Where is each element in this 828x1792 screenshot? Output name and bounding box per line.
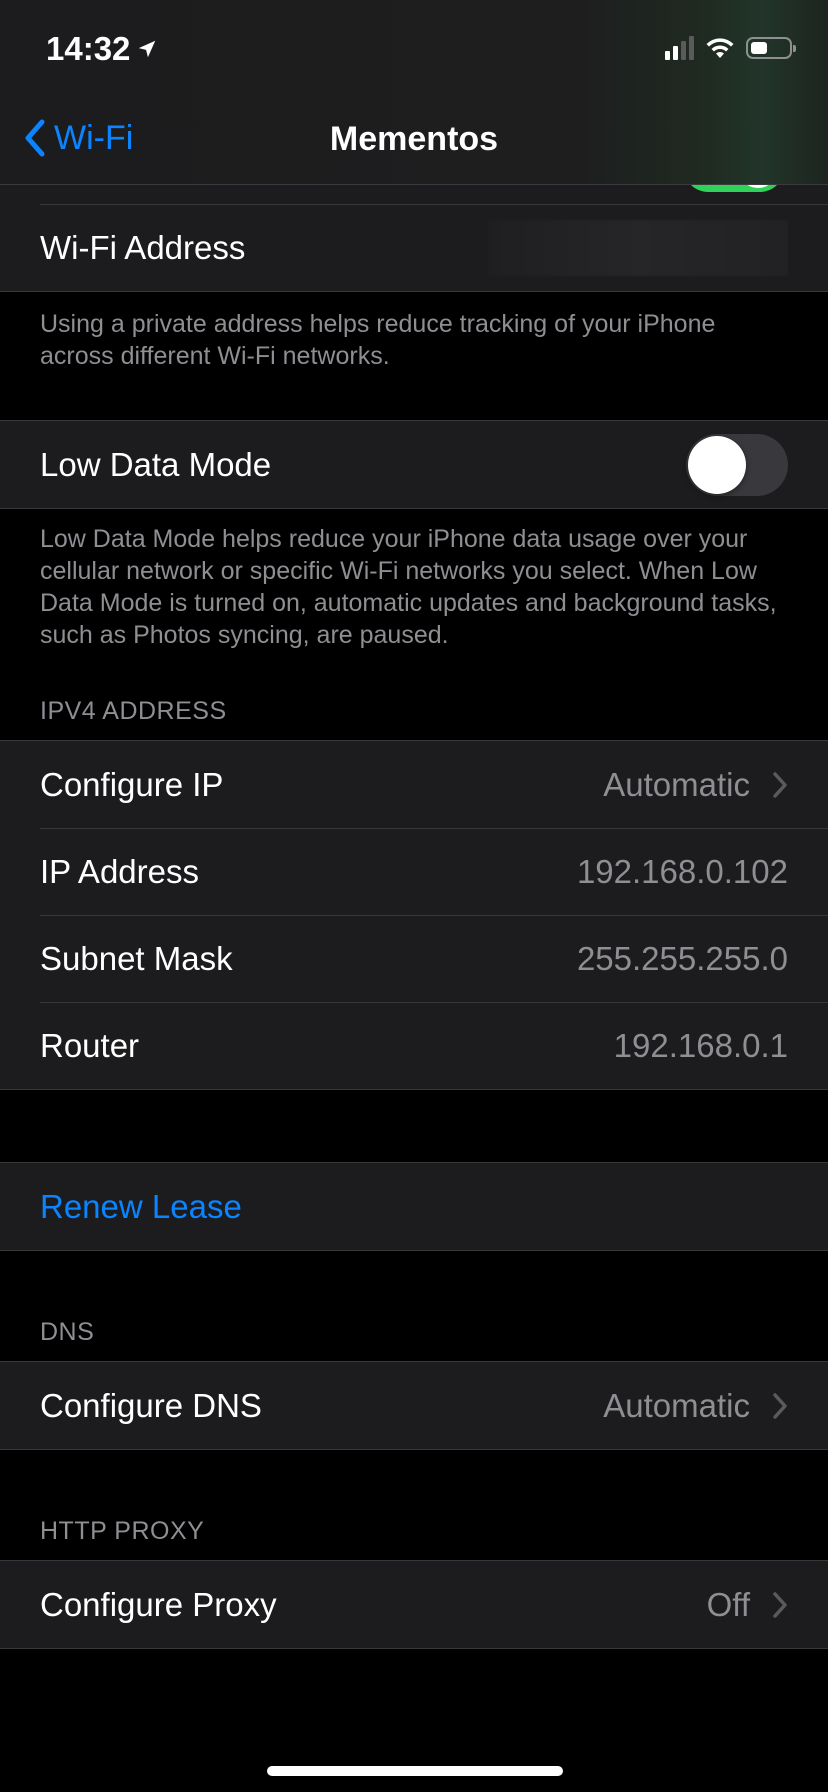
dns-group: Configure DNS Automatic [0, 1361, 828, 1450]
proxy-section-header: HTTP PROXY [40, 1517, 205, 1545]
row-label: Configure DNS [40, 1386, 262, 1424]
renew-group: Renew Lease [0, 1162, 828, 1251]
low-data-toggle[interactable] [686, 433, 788, 496]
wifi-address-label: Wi-Fi Address [40, 228, 246, 266]
wifi-address-value-redacted [488, 219, 788, 276]
renew-lease-button[interactable]: Renew Lease [0, 1163, 828, 1250]
dns-section-header: DNS [40, 1318, 95, 1346]
renew-lease-label: Renew Lease [40, 1187, 242, 1225]
battery-icon [746, 37, 796, 59]
chevron-right-icon [773, 771, 787, 798]
page-title: Mementos [329, 120, 499, 158]
status-icons [665, 36, 796, 60]
row-value: Automatic [603, 1386, 750, 1424]
chevron-right-icon [773, 1591, 787, 1618]
wifi-address-row: Wi-Fi Address [0, 204, 828, 291]
proxy-group: Configure Proxy Off [0, 1560, 828, 1649]
cellular-signal-icon [665, 36, 694, 60]
row-label: IP Address [40, 852, 199, 890]
low-data-footer: Low Data Mode helps reduce your iPhone d… [40, 525, 777, 649]
wifi-icon [706, 38, 734, 58]
row-value: Automatic [603, 765, 750, 803]
low-data-group: Low Data Mode [0, 420, 828, 509]
row-value: 255.255.255.0 [576, 939, 788, 977]
status-time: 14:32 [46, 30, 158, 68]
configure-proxy-row[interactable]: Configure Proxy Off [0, 1561, 828, 1648]
chevron-right-icon [773, 1392, 787, 1419]
ip-address-row: IP Address 192.168.0.102 [0, 828, 828, 915]
home-indicator[interactable] [267, 1766, 563, 1776]
low-data-label: Low Data Mode [40, 445, 272, 483]
ipv4-group: Configure IP Automatic IP Address 192.16… [0, 740, 828, 1090]
row-value: 192.168.0.102 [576, 852, 788, 890]
router-row: Router 192.168.0.1 [0, 1002, 828, 1089]
time-text: 14:32 [46, 30, 131, 67]
configure-ip-row[interactable]: Configure IP Automatic [0, 741, 828, 828]
navigation-header: 14:32 Wi-Fi Mementos [0, 0, 828, 185]
location-arrow-icon [139, 40, 156, 58]
low-data-row: Low Data Mode [0, 421, 828, 508]
ipv4-section-header: IPV4 ADDRESS [40, 697, 227, 725]
row-value: Off [706, 1585, 750, 1623]
row-label: Subnet Mask [40, 939, 233, 977]
subnet-mask-row: Subnet Mask 255.255.255.0 [0, 915, 828, 1002]
configure-dns-row[interactable]: Configure DNS Automatic [0, 1362, 828, 1449]
row-value: 192.168.0.1 [613, 1026, 788, 1064]
row-label: Configure Proxy [40, 1585, 277, 1623]
row-label: Configure IP [40, 765, 224, 803]
row-label: Router [40, 1026, 140, 1064]
private-address-footer: Using a private address helps reduce tra… [40, 310, 716, 370]
